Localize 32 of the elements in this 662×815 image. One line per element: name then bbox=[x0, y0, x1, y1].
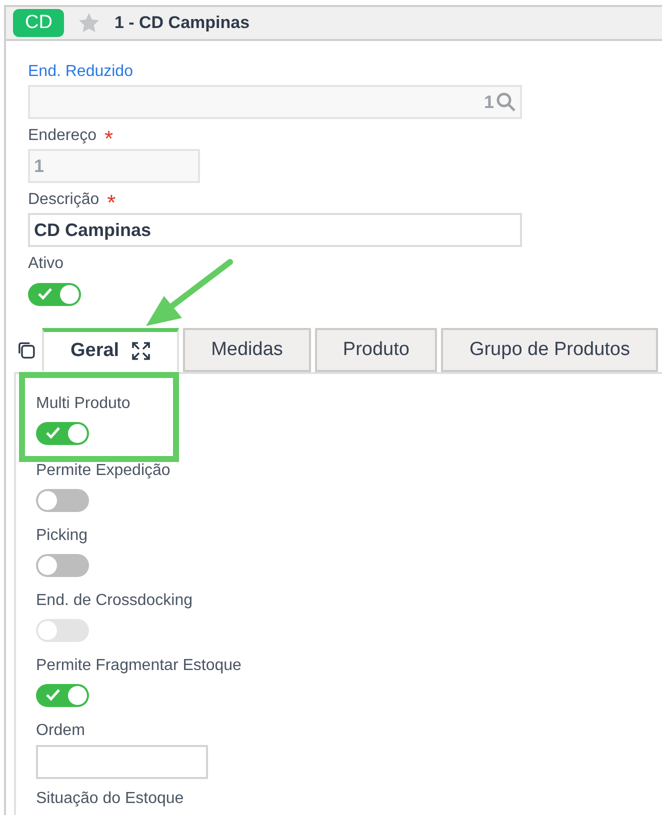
tab[interactable]: Produto bbox=[314, 328, 438, 372]
field-label: End. de Crossdocking bbox=[36, 591, 194, 611]
field-label: Ativo bbox=[28, 254, 64, 274]
required-mark: * bbox=[107, 192, 116, 214]
tab[interactable]: Grupo de Produtos bbox=[441, 328, 658, 372]
field-label: Endereço bbox=[28, 126, 96, 146]
check-icon bbox=[46, 427, 60, 439]
toggle-switch[interactable] bbox=[36, 684, 89, 707]
search-icon[interactable] bbox=[496, 92, 516, 112]
field-label: Permite Expedição bbox=[36, 461, 172, 481]
toggle-switch[interactable] bbox=[36, 554, 89, 577]
check-icon bbox=[46, 689, 60, 701]
toggle-switch[interactable] bbox=[36, 489, 89, 512]
field-label: Situação do Estoque bbox=[36, 789, 185, 809]
field-label: Descrição bbox=[28, 190, 100, 210]
input-field[interactable] bbox=[36, 745, 208, 779]
required-mark: * bbox=[104, 128, 114, 150]
badge: CD bbox=[13, 9, 64, 37]
toggle-switch[interactable] bbox=[36, 422, 89, 445]
field-label: Multi Produto bbox=[36, 394, 132, 414]
field-label[interactable]: End. Reduzido bbox=[28, 60, 133, 84]
field-label: Picking bbox=[36, 526, 89, 546]
tab[interactable]: Geral bbox=[42, 328, 180, 372]
field-value: 1 bbox=[484, 90, 494, 114]
field-label: Ordem bbox=[36, 721, 86, 741]
expand-icon[interactable] bbox=[131, 341, 152, 361]
toggle-switch[interactable] bbox=[28, 283, 81, 306]
field-label: Permite Fragmentar Estoque bbox=[36, 656, 242, 676]
record-title: 1 - CD Campinas bbox=[114, 12, 250, 34]
check-icon bbox=[38, 288, 52, 300]
tab[interactable]: Medidas bbox=[183, 328, 311, 372]
input-field[interactable]: CD Campinas bbox=[28, 213, 522, 247]
